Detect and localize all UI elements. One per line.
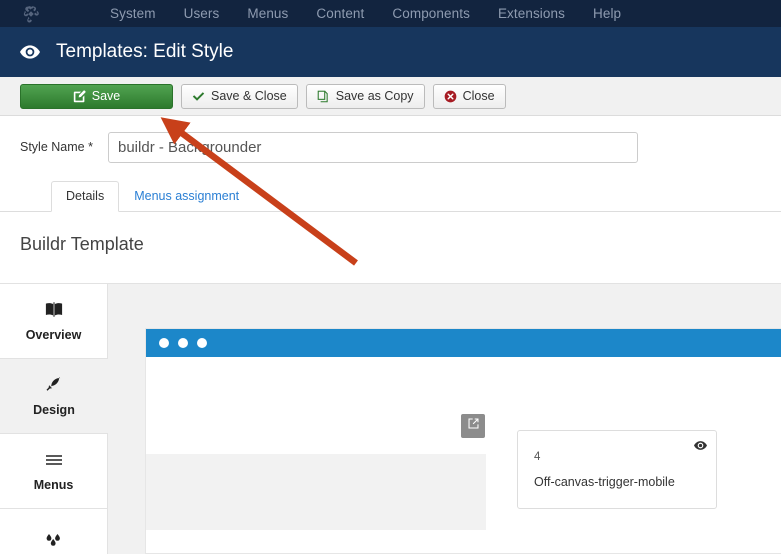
titlebar-dot-1 — [159, 338, 169, 348]
tab-bar: Details Menus assignment — [0, 180, 781, 212]
style-name-input[interactable] — [108, 131, 638, 163]
editor-sidebar: Overview Design Menus — [0, 284, 108, 554]
menu-item-components[interactable]: Components — [378, 0, 484, 27]
preview-canvas: 4 Off-canvas-trigger-mobile — [108, 284, 781, 554]
menu-item-system[interactable]: System — [96, 0, 170, 27]
menu-item-extensions[interactable]: Extensions — [484, 0, 579, 27]
menu-item-users[interactable]: Users — [170, 0, 234, 27]
app-root: System Users Menus Content Components Ex… — [0, 0, 781, 554]
page-header: Templates: Edit Style — [0, 27, 781, 77]
save-as-copy-button[interactable]: Save as Copy — [305, 83, 425, 109]
module-name: Off-canvas-trigger-mobile — [534, 475, 675, 489]
sidebar-item-design[interactable]: Design — [0, 359, 108, 434]
joomla-logo-icon[interactable] — [20, 3, 42, 25]
sidebar-item-menus[interactable]: Menus — [0, 434, 108, 509]
book-icon — [45, 301, 63, 319]
tab-menus-assignment[interactable]: Menus assignment — [119, 181, 254, 212]
menu-item-menus[interactable]: Menus — [233, 0, 302, 27]
preview-titlebar — [146, 329, 781, 357]
titlebar-dot-2 — [178, 338, 188, 348]
save-as-copy-label: Save as Copy — [335, 89, 414, 103]
pencil-square-icon — [467, 417, 480, 435]
page-title: Templates: Edit Style — [56, 41, 234, 62]
editor-section: Overview Design Menus 4 Off-canvas-trigg… — [0, 283, 781, 554]
close-button-label: Close — [462, 89, 495, 103]
sidebar-label-menus: Menus — [33, 477, 74, 492]
close-button[interactable]: Close — [432, 83, 506, 109]
save-and-close-button[interactable]: Save & Close — [181, 83, 298, 109]
module-number: 4 — [534, 451, 541, 463]
feather-icon — [46, 376, 62, 394]
admin-menu-items: System Users Menus Content Components Ex… — [96, 0, 635, 27]
save-button[interactable]: Save — [20, 83, 173, 109]
toolbar: Save Save & Close Save as Copy Close — [0, 77, 781, 116]
circle-x-icon — [444, 90, 457, 103]
check-icon — [192, 90, 205, 103]
admin-menubar: System Users Menus Content Components Ex… — [0, 0, 781, 27]
template-heading: Buildr Template — [20, 234, 144, 254]
eye-icon — [20, 45, 40, 59]
tab-details[interactable]: Details — [51, 181, 120, 212]
eye-icon[interactable] — [694, 441, 707, 450]
save-and-close-label: Save & Close — [211, 89, 287, 103]
preview-content-block — [146, 454, 486, 530]
sidebar-label-overview: Overview — [25, 327, 82, 342]
save-button-label: Save — [91, 89, 121, 103]
sidebar-label-design: Design — [33, 402, 75, 417]
module-card[interactable]: 4 Off-canvas-trigger-mobile — [517, 430, 717, 509]
droplets-icon — [44, 533, 64, 551]
menu-item-help[interactable]: Help — [579, 0, 635, 27]
menu-item-content[interactable]: Content — [302, 0, 378, 27]
pencil-square-icon — [73, 89, 86, 103]
hamburger-icon — [45, 451, 63, 469]
copy-icon — [317, 90, 330, 103]
template-preview: 4 Off-canvas-trigger-mobile — [145, 328, 781, 554]
titlebar-dot-3 — [197, 338, 207, 348]
style-name-label: Style Name * — [20, 140, 93, 154]
sidebar-item-effects[interactable] — [0, 509, 108, 554]
sidebar-item-overview[interactable]: Overview — [0, 284, 108, 359]
edit-section-button[interactable] — [461, 414, 485, 438]
style-name-row: Style Name * — [0, 127, 781, 167]
